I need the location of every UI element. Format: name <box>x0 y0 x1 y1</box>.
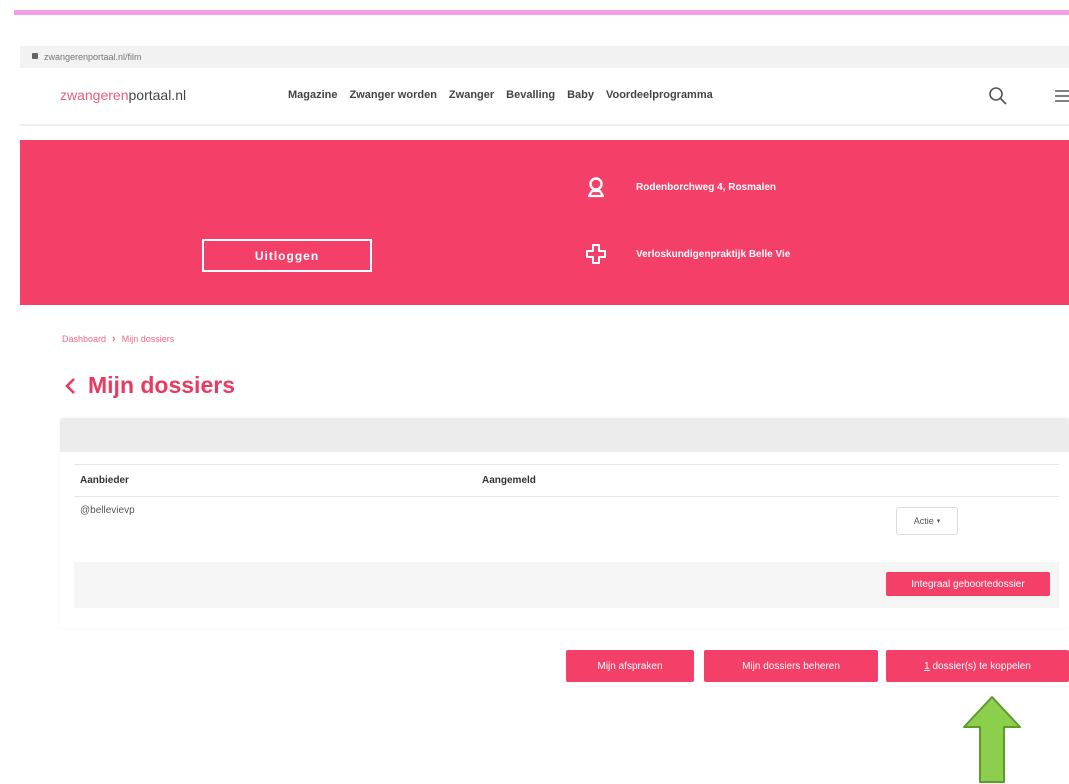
nav-item-baby[interactable]: Baby <box>567 89 594 101</box>
link-dossiers-button[interactable]: 1 dossier(s) te koppelen <box>886 650 1069 682</box>
breadcrumb: Dashboard › Mijn dossiers <box>62 333 174 345</box>
integraal-geboortedossier-button[interactable]: Integraal geboortedossier <box>886 572 1050 596</box>
address-text: Rodenborchweg 4, Rosmalen <box>636 181 777 193</box>
column-header-aanbieder: Aanbieder <box>80 475 129 486</box>
hamburger-menu-icon[interactable] <box>1054 88 1069 104</box>
my-appointments-button[interactable]: Mijn afspraken <box>566 650 694 682</box>
logo-text-part2: portaal.nl <box>128 87 187 103</box>
breadcrumb-current[interactable]: Mijn dossiers <box>122 334 175 344</box>
address-info: Rodenborchweg 4, Rosmalen <box>586 176 776 198</box>
medical-cross-icon <box>586 243 606 265</box>
nav-item-zwanger[interactable]: Zwanger <box>449 89 494 101</box>
back-chevron-icon[interactable] <box>64 377 76 395</box>
panel-header <box>60 418 1069 452</box>
nav-item-magazine[interactable]: Magazine <box>288 89 338 101</box>
hero-banner: Uitloggen Rodenborchweg 4, Rosmalen Verl… <box>20 140 1069 305</box>
nav-item-voordeelprogramma[interactable]: Voordeelprogramma <box>606 89 713 101</box>
practice-name: Verloskundigenpraktijk Belle Vie <box>636 248 791 260</box>
nav-item-bevalling[interactable]: Bevalling <box>506 89 555 101</box>
location-pin-icon <box>586 176 606 198</box>
practice-info: Verloskundigenpraktijk Belle Vie <box>586 243 790 265</box>
link-text: dossier(s) te koppelen <box>929 660 1031 672</box>
cell-aanbieder: @bellevievp <box>80 505 135 516</box>
action-label: Actie <box>913 516 934 526</box>
table-divider <box>74 464 1059 465</box>
nav-item-zwanger-worden[interactable]: Zwanger worden <box>350 89 437 101</box>
logo-text-part1: zwangeren <box>60 87 129 103</box>
lock-icon <box>32 53 38 59</box>
table-divider <box>74 496 1059 497</box>
search-icon[interactable] <box>988 86 1008 106</box>
page-title: Mijn dossiers <box>64 372 235 399</box>
action-dropdown-button[interactable]: Actie ▾ <box>896 507 958 535</box>
manage-dossiers-button[interactable]: Mijn dossiers beheren <box>704 650 878 682</box>
site-header: zwangerenportaal.nl Magazine Zwanger wor… <box>20 68 1069 126</box>
caret-down-icon: ▾ <box>936 518 941 525</box>
page-title-text: Mijn dossiers <box>88 372 235 398</box>
chevron-right-icon: › <box>112 333 116 345</box>
breadcrumb-home[interactable]: Dashboard <box>62 334 106 344</box>
browser-address-bar[interactable]: zwangerenportaal.nl/film <box>20 46 1069 69</box>
column-header-aangemeld: Aangemeld <box>482 475 536 486</box>
site-logo[interactable]: zwangerenportaal.nl <box>60 87 186 103</box>
logout-button[interactable]: Uitloggen <box>202 239 372 272</box>
main-nav: Magazine Zwanger worden Zwanger Bevallin… <box>288 89 713 101</box>
top-accent-stripe <box>14 10 1069 15</box>
arrow-up-annotation-icon <box>963 696 1021 783</box>
address-text[interactable]: zwangerenportaal.nl/film <box>44 46 142 68</box>
